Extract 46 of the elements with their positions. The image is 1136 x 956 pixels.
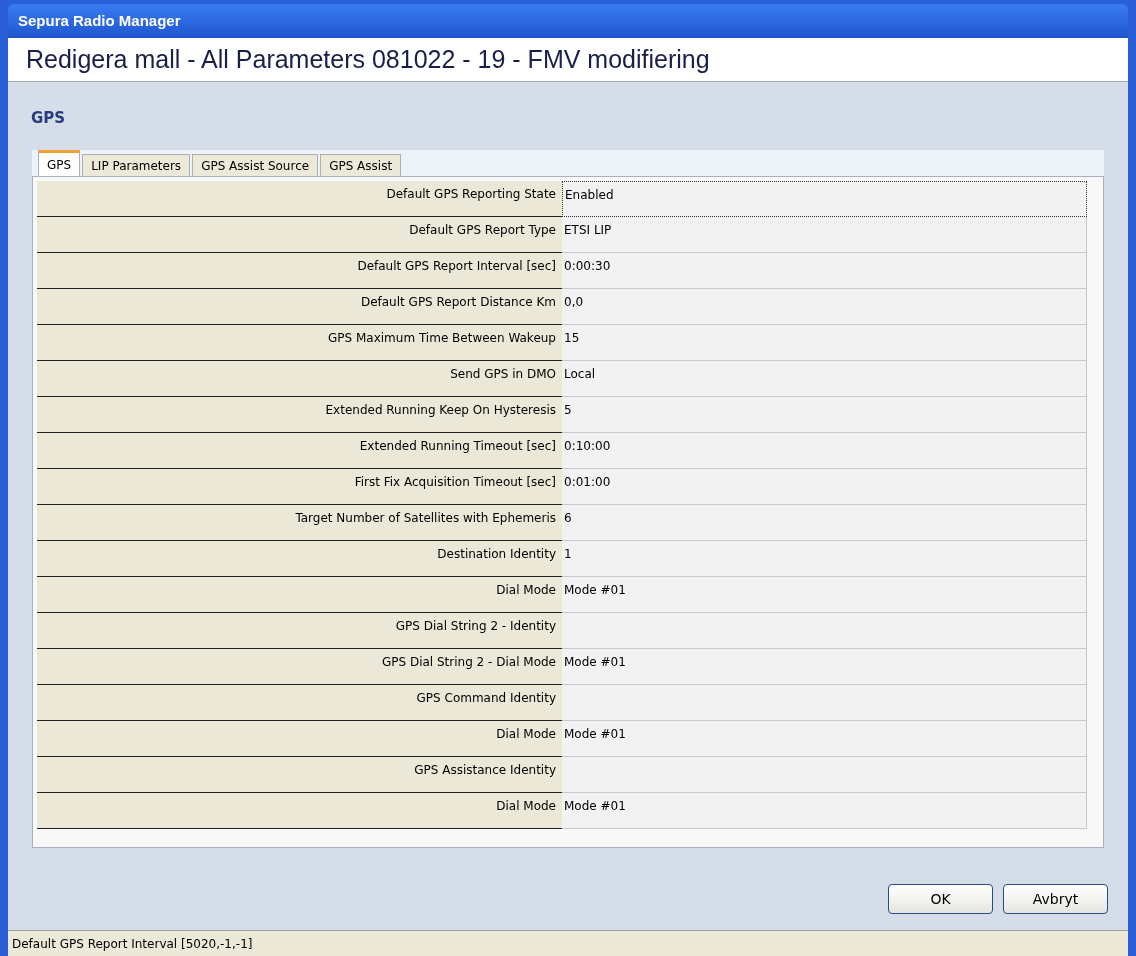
dialog-heading: Redigera mall - All Parameters 081022 - 19 - FMV modifiering [26, 43, 710, 75]
parameter-label: Default GPS Reporting State [37, 181, 562, 217]
parameter-value[interactable]: 5 [562, 397, 1087, 433]
tab[interactable]: LIP Parameters [82, 154, 191, 176]
parameter-label: Dial Mode [37, 793, 562, 829]
parameter-value[interactable]: Mode #01 [562, 721, 1087, 757]
parameter-label: First Fix Acquisition Timeout [sec] [37, 469, 562, 505]
parameter-label: Dial Mode [37, 577, 562, 613]
parameter-value[interactable]: 15 [562, 325, 1087, 361]
parameter-label: Default GPS Report Distance Km [37, 289, 562, 325]
dialog-button[interactable]: Avbryt [1003, 884, 1108, 914]
parameter-label: Extended Running Timeout [sec] [37, 433, 562, 469]
parameter-value[interactable]: Mode #01 [562, 577, 1087, 613]
parameter-value[interactable] [562, 685, 1087, 721]
parameter-value[interactable] [562, 613, 1087, 649]
dialog-button[interactable]: OK [888, 884, 993, 914]
parameter-value[interactable]: 1 [562, 541, 1087, 577]
parameter-label: GPS Dial String 2 - Dial Mode [37, 649, 562, 685]
parameter-label: Send GPS in DMO [37, 361, 562, 397]
parameter-value[interactable]: 6 [562, 505, 1087, 541]
parameter-label: Destination Identity [37, 541, 562, 577]
parameter-value[interactable]: Mode #01 [562, 793, 1087, 829]
parameter-value[interactable] [562, 757, 1087, 793]
parameter-label: Dial Mode [37, 721, 562, 757]
window-title: Sepura Radio Manager [18, 10, 181, 31]
parameter-label: Extended Running Keep On Hysteresis [37, 397, 562, 433]
parameter-label: GPS Assistance Identity [37, 757, 562, 793]
parameter-label: Target Number of Satellites with Ephemeris [37, 505, 562, 541]
parameter-label: GPS Dial String 2 - Identity [37, 613, 562, 649]
tab[interactable]: GPS Assist [320, 154, 402, 176]
parameter-value[interactable]: ETSI LIP [562, 217, 1087, 253]
section-title: GPS [31, 109, 66, 127]
tab[interactable]: GPS [38, 150, 81, 176]
parameter-value[interactable]: 0:00:30 [562, 253, 1087, 289]
parameter-value[interactable]: 0,0 [562, 289, 1087, 325]
parameter-label: Default GPS Report Interval [sec] [37, 253, 562, 289]
parameter-value[interactable]: Mode #01 [562, 649, 1087, 685]
parameter-value[interactable]: Local [562, 361, 1087, 397]
tab[interactable]: GPS Assist Source [192, 154, 319, 176]
status-text: Default GPS Report Interval [5020,-1,-1] [12, 935, 253, 953]
parameter-value[interactable]: 0:10:00 [562, 433, 1087, 469]
parameter-label: GPS Maximum Time Between Wakeup [37, 325, 562, 361]
parameter-value[interactable]: 0:01:00 [562, 469, 1087, 505]
parameter-value[interactable]: Enabled [562, 181, 1087, 217]
parameter-label: Default GPS Report Type [37, 217, 562, 253]
parameter-label: GPS Command Identity [37, 685, 562, 721]
